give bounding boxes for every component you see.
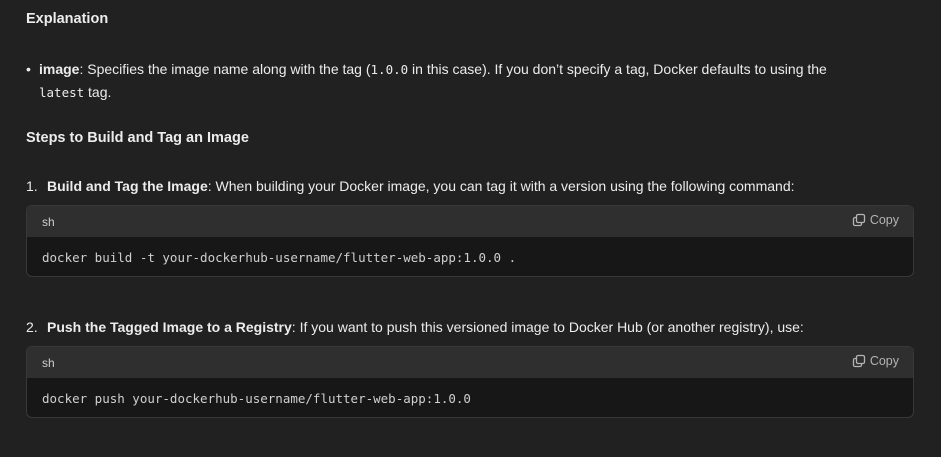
- bullet-text-end: tag.: [84, 84, 112, 100]
- step-text: : When building your Docker image, you c…: [207, 178, 795, 194]
- inline-code-version: 1.0.0: [370, 62, 409, 77]
- code-language-label: sh: [42, 356, 55, 370]
- copy-icon: [852, 213, 865, 227]
- copy-label: Copy: [869, 354, 899, 368]
- step-number: 2.: [26, 319, 38, 335]
- copy-button[interactable]: Copy: [852, 213, 899, 227]
- step-title: Build and Tag the Image: [47, 178, 208, 194]
- bullet-term: image: [39, 61, 80, 77]
- heading-steps: Steps to Build and Tag an Image: [26, 130, 249, 146]
- code-text: docker build -t your-dockerhub-username/…: [42, 250, 517, 265]
- code-block-push: sh Copy docker push your-dockerhub-usern…: [26, 346, 914, 418]
- code-language-label: sh: [42, 215, 55, 229]
- step-title: Push the Tagged Image to a Registry: [47, 319, 292, 335]
- bullet-item-image: • image: Specifies the image name along …: [26, 58, 886, 104]
- bullet-text-before: : Specifies the image name along with th…: [79, 61, 371, 77]
- step-text: : If you want to push this versioned ima…: [291, 319, 804, 335]
- step-2: 2. Push the Tagged Image to a Registry: I…: [26, 317, 914, 337]
- copy-label: Copy: [869, 213, 899, 227]
- bullet-dot: •: [26, 61, 31, 77]
- step-number: 1.: [26, 178, 38, 194]
- heading-explanation: Explanation: [26, 11, 109, 27]
- bullet-text: image: Specifies the image name along wi…: [26, 58, 886, 104]
- bullet-text-after: in this case). If you don’t specify a ta…: [408, 61, 827, 77]
- copy-icon: [852, 354, 865, 368]
- step-1: 1. Build and Tag the Image: When building…: [26, 176, 914, 196]
- code-block-header: sh Copy: [27, 206, 913, 237]
- code-block-header: sh Copy: [27, 347, 913, 378]
- inline-code-latest: latest: [39, 85, 85, 100]
- copy-button[interactable]: Copy: [852, 354, 899, 368]
- code-block-build: sh Copy docker build -t your-dockerhub-u…: [26, 205, 914, 277]
- code-text: docker push your-dockerhub-username/flut…: [42, 391, 471, 406]
